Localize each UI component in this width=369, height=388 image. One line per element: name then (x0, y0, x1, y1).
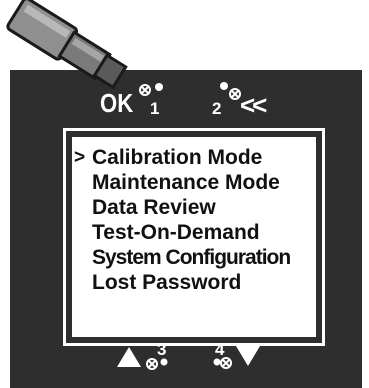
menu-item-data-review[interactable]: Data Review (72, 195, 316, 220)
up-button-number: 3 (157, 340, 167, 359)
menu-item-test-on-demand[interactable]: Test-On-Demand (72, 220, 316, 245)
selection-cursor: > (74, 147, 86, 168)
ok-button-number: 1 (150, 99, 160, 118)
main-menu: > Calibration Mode Maintenance Mode Data… (72, 145, 316, 295)
down-triangle-icon[interactable] (235, 344, 261, 368)
lcd-screen: > Calibration Mode Maintenance Mode Data… (63, 128, 325, 346)
menu-item-system-configuration[interactable]: System Configuration (72, 245, 316, 270)
menu-item-calibration-mode[interactable]: > Calibration Mode (72, 145, 316, 170)
menu-item-lost-password[interactable]: Lost Password (72, 270, 316, 295)
magnet-sensor-icon (220, 357, 232, 369)
ok-label: OK (100, 88, 134, 118)
back-button[interactable]: << (240, 90, 267, 121)
ok-button[interactable]: OK (100, 88, 139, 119)
up-triangle-icon[interactable] (116, 345, 142, 369)
back-label: << (240, 90, 267, 120)
menu-item-maintenance-mode[interactable]: Maintenance Mode (72, 170, 316, 195)
